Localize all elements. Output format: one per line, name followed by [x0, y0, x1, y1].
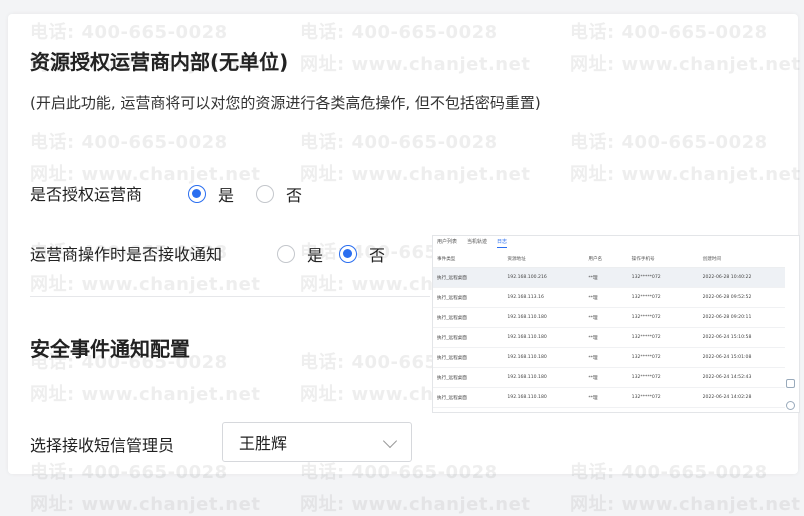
preview-table-cell: 132*****072 [627, 267, 699, 288]
preview-tabs: 用户列表 当机轨迹 日志 [437, 236, 517, 248]
notify-no-label: 否 [369, 246, 386, 265]
preview-table-cell: **理 [584, 287, 628, 308]
preview-table-cell: 执行_远程桌面 [433, 287, 504, 308]
watermark-site: 网址: www.chanjet.net [570, 494, 801, 515]
preview-tab[interactable]: 当机轨迹 [467, 236, 487, 248]
preview-table-cell: 132*****072 [627, 347, 699, 368]
preview-table-cell: **理 [584, 327, 628, 348]
radio-checked-icon [188, 185, 206, 203]
preview-table-cell: **理 [584, 367, 628, 388]
preview-table-cell: 执行_远程桌面 [433, 267, 504, 288]
authorize-no-label: 否 [286, 186, 303, 205]
preview-table-row: 执行_远程桌面192.168.110.180**理132*****0722022… [433, 347, 785, 368]
preview-table-cell: 2022-06-24 15:01:08 [698, 347, 785, 368]
preview-table-cell: 132*****072 [627, 307, 699, 328]
preview-column-header: 操作手机号 [627, 250, 699, 268]
preview-table-cell: 2022-06-28 09:52:52 [698, 287, 785, 308]
preview-table-cell: 192.168.110.180 [503, 407, 585, 412]
preview-table-cell: **理 [584, 347, 628, 368]
radio-unchecked-icon [277, 245, 295, 263]
preview-table-row: 执行_远程桌面192.168.110.180**理132*****0722022… [433, 307, 785, 328]
auth-section-title: 资源授权运营商内部(无单位) [30, 50, 289, 74]
sms-admin-label: 选择接收短信管理员 [30, 436, 175, 455]
preview-table-cell: 192.168.110.180 [503, 347, 585, 368]
preview-column-header: 事件类型 [433, 250, 504, 268]
preview-tab[interactable]: 日志 [497, 236, 508, 248]
notify-no-radio[interactable]: 否 [339, 242, 385, 266]
preview-table-cell: 2022-06-28 09:20:11 [698, 307, 785, 328]
preview-table-cell: 2022-06-24 14:52:43 [698, 367, 785, 388]
share-icon [786, 379, 795, 388]
preview-table-header: 事件类型 资源地址 用户名 操作手机号 创建时间 [433, 250, 785, 268]
authorize-label: 是否授权运营商 [30, 185, 143, 204]
authorize-yes-label: 是 [218, 186, 235, 205]
authorize-yes-radio[interactable]: 是 [188, 182, 234, 206]
preview-table-cell: 执行_远程桌面 [433, 407, 504, 412]
preview-table-cell: 2022-06-24 15:10:58 [698, 327, 785, 348]
preview-table-cell: 192.168.110.180 [503, 327, 585, 348]
preview-table-cell: 2022-06-28 10:40:22 [698, 267, 785, 288]
watermark-site: 网址: www.chanjet.net [30, 494, 261, 515]
sms-admin-selected-value: 王胜辉 [239, 434, 288, 453]
preview-table-cell: 执行_远程桌面 [433, 347, 504, 368]
preview-column-header: 创建时间 [698, 250, 785, 268]
section-divider [30, 296, 430, 297]
preview-table-cell: 2022-06-24 14:02:28 [698, 387, 785, 408]
preview-table-cell: 192.168.100.216 [503, 267, 585, 288]
preview-table-cell: **理 [584, 407, 628, 412]
preview-table-cell: 执行_远程桌面 [433, 387, 504, 408]
preview-table-cell: **理 [584, 267, 628, 288]
notify-radio-group: 是 否 [277, 242, 401, 266]
preview-table-cell: 132*****072 [627, 367, 699, 388]
preview-table-cell: 132*****072 [627, 407, 699, 412]
preview-table-row: 执行_远程桌面192.168.110.180**理132*****0722022… [433, 387, 785, 408]
authorize-no-radio[interactable]: 否 [256, 182, 302, 206]
radio-unchecked-icon [256, 185, 275, 203]
preview-table-cell: 2022-06-24 13:59:30 [698, 407, 785, 412]
preview-column-header: 用户名 [584, 250, 628, 268]
notify-yes-radio[interactable]: 是 [277, 242, 323, 266]
preview-table-row: 执行_远程桌面 192.168.113.16 **理 132*****072 2022-… [433, 287, 785, 308]
radio-checked-icon [339, 245, 358, 263]
notify-label: 运营商操作时是否接收通知 [30, 245, 223, 264]
preview-table-cell: 192.168.110.180 [503, 387, 585, 408]
preview-table-cell: 132*****072 [627, 287, 699, 308]
preview-tab[interactable]: 用户列表 [437, 236, 457, 248]
notify-yes-label: 是 [307, 246, 324, 265]
preview-table-row: 执行_远程桌面192.168.110.180**理132*****0722022… [433, 327, 785, 348]
help-icon [786, 401, 795, 410]
security-section-title: 安全事件通知配置 [30, 337, 190, 361]
preview-table-cell: 执行_远程桌面 [433, 327, 504, 348]
preview-table-cell: 192.168.110.180 [503, 367, 585, 388]
preview-table-cell: 192.168.110.180 [503, 307, 585, 328]
watermark-site: 网址: www.chanjet.net [300, 494, 531, 515]
log-table-preview: 用户列表 当机轨迹 日志 事件类型 资源地址 用户名 操作手机号 创建时间 执行_远程桌面 1… [432, 235, 800, 413]
preview-table-cell: 132*****072 [627, 327, 699, 348]
chevron-down-icon [382, 433, 398, 449]
preview-table-row: 执行_远程桌面192.168.110.180**理132*****0722022… [433, 407, 785, 412]
preview-table-row: 执行_远程桌面 192.168.100.216 **理 132*****072 2022… [433, 267, 785, 288]
preview-table-cell: **理 [584, 387, 628, 408]
preview-table-cell: 执行_远程桌面 [433, 367, 504, 388]
sms-admin-select[interactable]: 王胜辉 [222, 422, 412, 462]
preview-table-cell: 执行_远程桌面 [433, 307, 504, 328]
preview-table: 事件类型 资源地址 用户名 操作手机号 创建时间 执行_远程桌面 192.168.100.… [433, 250, 785, 412]
preview-table-row: 执行_远程桌面192.168.110.180**理132*****0722022… [433, 367, 785, 388]
preview-table-cell: **理 [584, 307, 628, 328]
auth-section-note: (开启此功能, 运营商将可以对您的资源进行各类高危操作, 但不包括密码重置) [30, 94, 541, 112]
preview-table-cell: 192.168.113.16 [503, 287, 585, 308]
preview-table-cell: 132*****072 [627, 387, 699, 408]
preview-column-header: 资源地址 [503, 250, 585, 268]
authorize-radio-group: 是 否 [188, 182, 318, 206]
